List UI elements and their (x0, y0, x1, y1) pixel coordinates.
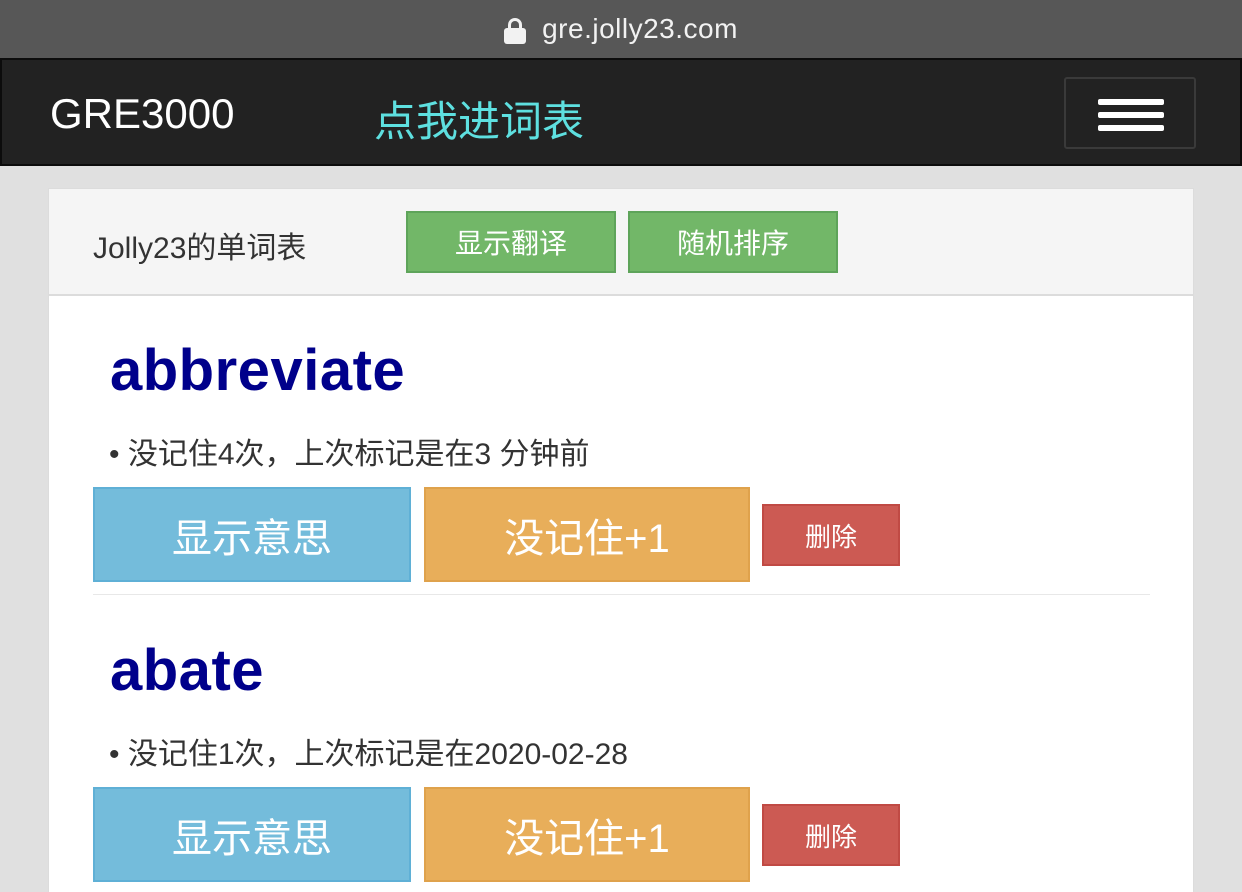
wordlist-panel: Jolly23的单词表 显示翻译 随机排序 abbreviate • 没记住4次… (48, 188, 1194, 892)
forgot-plus-one-button[interactable]: 没记住+1 (424, 487, 750, 582)
url-text[interactable]: gre.jolly23.com (542, 13, 738, 45)
show-translation-button[interactable]: 显示翻译 (406, 211, 616, 273)
word-stats: • 没记住4次，上次标记是在3 分钟前 (109, 438, 590, 471)
panel-heading: Jolly23的单词表 显示翻译 随机排序 (49, 189, 1193, 296)
wordlist-nav-link[interactable]: 点我进词表 (374, 88, 584, 149)
divider (93, 594, 1150, 595)
word-stats: • 没记住1次，上次标记是在2020-02-28 (109, 738, 628, 771)
forgot-plus-one-button[interactable]: 没记住+1 (424, 787, 750, 882)
word-title: abbreviate (110, 338, 406, 403)
delete-button[interactable]: 删除 (762, 504, 900, 566)
show-meaning-button[interactable]: 显示意思 (93, 487, 411, 582)
panel-title: Jolly23的单词表 (93, 232, 307, 265)
navbar: GRE3000 点我进词表 (0, 58, 1242, 166)
lock-icon (504, 18, 527, 44)
delete-button[interactable]: 删除 (762, 804, 900, 866)
show-meaning-button[interactable]: 显示意思 (93, 787, 411, 882)
word-title: abate (110, 638, 265, 703)
brand-link[interactable]: GRE3000 (50, 90, 234, 138)
browser-url-bar[interactable]: gre.jolly23.com (0, 0, 1242, 58)
shuffle-button[interactable]: 随机排序 (628, 211, 838, 273)
menu-toggle-button[interactable] (1064, 77, 1196, 149)
